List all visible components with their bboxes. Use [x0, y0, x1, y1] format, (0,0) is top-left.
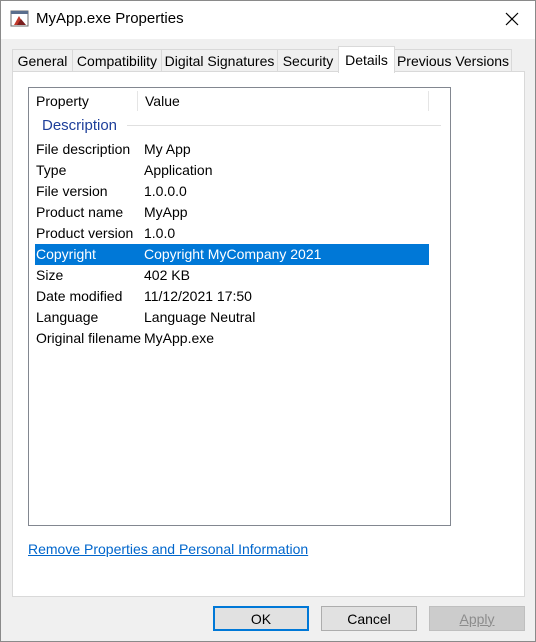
- property-value: 1.0.0.0: [144, 183, 187, 199]
- property-name: Language: [36, 309, 99, 325]
- property-value: 11/12/2021 17:50: [144, 288, 252, 304]
- property-value: 402 KB: [144, 267, 190, 283]
- property-name: Type: [36, 162, 67, 178]
- list-row[interactable]: Type Application: [35, 160, 429, 181]
- property-value: 1.0.0: [144, 225, 176, 241]
- list-row[interactable]: Language Language Neutral: [35, 307, 429, 328]
- list-row-selected[interactable]: Copyright Copyright MyCompany 2021: [35, 244, 429, 265]
- tab-digital-signatures[interactable]: Digital Signatures: [161, 49, 278, 72]
- window-title: MyApp.exe Properties: [36, 10, 184, 27]
- property-name: Product name: [36, 204, 124, 220]
- list-row[interactable]: Product version 1.0.0: [35, 223, 429, 244]
- title-bar[interactable]: MyApp.exe Properties: [1, 1, 535, 39]
- properties-list[interactable]: Property Value Description File descript…: [28, 87, 451, 526]
- column-header-value[interactable]: Value: [138, 88, 428, 114]
- details-panel: Property Value Description File descript…: [12, 71, 525, 597]
- property-value: Copyright MyCompany 2021: [144, 246, 322, 262]
- apply-button-label: Apply: [459, 610, 495, 627]
- close-icon: [505, 12, 519, 29]
- property-name: File description: [36, 141, 131, 157]
- property-name: Date modified: [36, 288, 123, 304]
- property-name: File version: [36, 183, 108, 199]
- remove-properties-link[interactable]: Remove Properties and Personal Informati…: [28, 541, 308, 557]
- list-row[interactable]: File description My App: [35, 139, 429, 160]
- list-header: Property Value: [29, 88, 429, 114]
- tab-security[interactable]: Security: [277, 49, 339, 72]
- group-header[interactable]: Description: [29, 114, 441, 138]
- column-header-property[interactable]: Property: [29, 88, 137, 114]
- property-value: MyApp: [144, 204, 188, 220]
- ok-button[interactable]: OK: [213, 606, 309, 631]
- application-icon: [10, 9, 30, 29]
- list-row[interactable]: Size 402 KB: [35, 265, 429, 286]
- property-name: Original filename: [36, 330, 142, 346]
- tab-previous-versions[interactable]: Previous Versions: [394, 49, 512, 72]
- cancel-button[interactable]: Cancel: [321, 606, 417, 631]
- column-divider[interactable]: [428, 91, 429, 111]
- apply-button[interactable]: Apply: [429, 606, 525, 631]
- tab-compatibility[interactable]: Compatibility: [72, 49, 162, 72]
- property-name: Size: [36, 267, 64, 283]
- property-value: Application: [144, 162, 213, 178]
- property-value: My App: [144, 141, 191, 157]
- property-value: MyApp.exe: [144, 330, 215, 346]
- list-row[interactable]: File version 1.0.0.0: [35, 181, 429, 202]
- list-row[interactable]: Date modified 11/12/2021 17:50: [35, 286, 429, 307]
- property-name: Copyright: [36, 246, 96, 262]
- properties-dialog: MyApp.exe Properties General Compatibili…: [0, 0, 536, 642]
- tab-general[interactable]: General: [12, 49, 73, 72]
- list-row[interactable]: Product name MyApp: [35, 202, 429, 223]
- tab-details[interactable]: Details: [338, 46, 395, 73]
- property-value: Language Neutral: [144, 309, 256, 325]
- close-button[interactable]: [489, 1, 535, 39]
- property-name: Product version: [36, 225, 134, 241]
- list-row[interactable]: Original filename MyApp.exe: [35, 328, 429, 349]
- group-divider: [127, 125, 441, 126]
- group-label: Description: [42, 117, 118, 134]
